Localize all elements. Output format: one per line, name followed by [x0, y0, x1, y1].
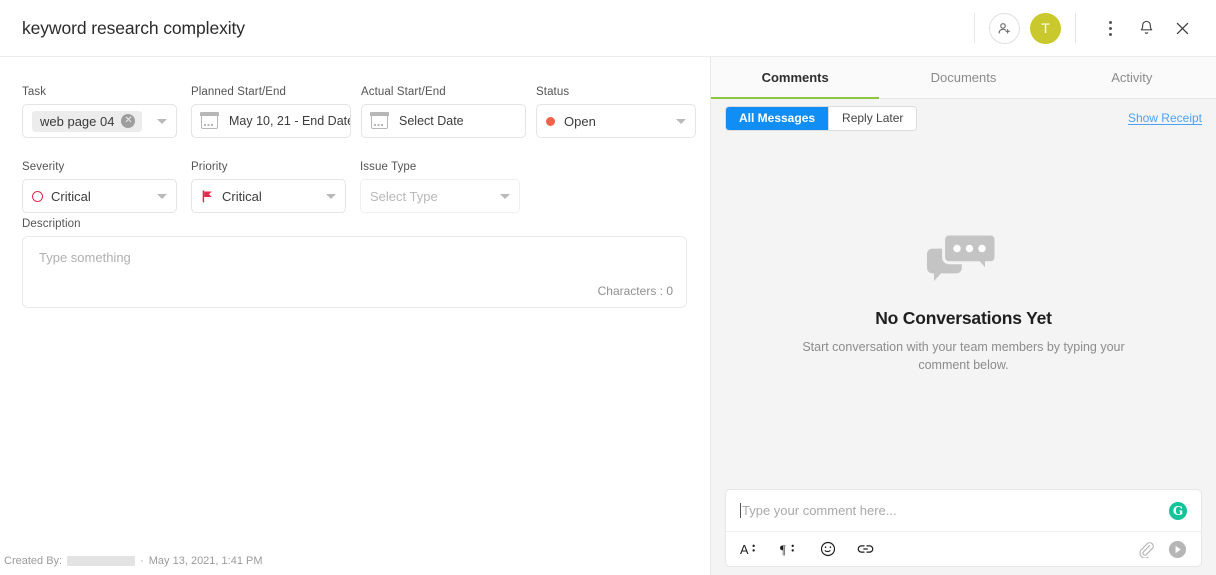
actual-label: Actual Start/End: [361, 86, 446, 98]
calendar-icon: [200, 112, 219, 129]
paragraph-format-icon[interactable]: ¶: [780, 542, 800, 557]
empty-state-title: No Conversations Yet: [875, 308, 1052, 328]
severity-select[interactable]: Critical: [22, 179, 177, 213]
description-label: Description: [22, 218, 81, 230]
severity-value: Critical: [51, 188, 91, 204]
composer-toolbar: A ¶: [726, 532, 1201, 566]
comment-composer: Type your comment here... G A ¶: [725, 489, 1202, 567]
chevron-down-icon: [500, 193, 510, 199]
description-textarea[interactable]: Type something Characters : 0: [22, 236, 687, 308]
field-task: Task web page 04 ✕: [22, 86, 177, 138]
status-select[interactable]: Open: [536, 104, 696, 138]
form-row-1: Task web page 04 ✕ Planned Start/End May…: [22, 86, 696, 138]
planned-date-picker[interactable]: May 10, 21 - End Date: [191, 104, 351, 138]
planned-label: Planned Start/End: [191, 86, 287, 98]
status-dot-icon: [546, 116, 555, 126]
panel-tabs: Comments Documents Activity: [711, 57, 1216, 99]
avatar[interactable]: T: [1030, 12, 1061, 44]
field-status: Status Open: [536, 86, 696, 138]
flag-icon: [201, 189, 214, 203]
chevron-down-icon: [676, 118, 686, 124]
font-format-icon[interactable]: A: [740, 542, 760, 557]
created-by-name-redacted: [67, 556, 136, 566]
circle-outline-icon: [32, 190, 43, 202]
severity-label: Severity: [22, 161, 65, 173]
paperclip-icon[interactable]: [1138, 541, 1154, 558]
composer-actions: [1138, 540, 1187, 559]
task-label: Task: [22, 86, 47, 98]
task-chip: web page 04 ✕: [32, 110, 143, 132]
comment-input[interactable]: Type your comment here... G: [726, 490, 1201, 532]
filter-reply-later[interactable]: Reply Later: [828, 106, 917, 130]
show-receipt-link[interactable]: Show Receipt: [1128, 111, 1202, 125]
field-issue-type: Issue Type Select Type: [360, 161, 520, 213]
chevron-down-icon: [157, 118, 167, 124]
message-filter-row: All Messages Reply Later Show Receipt: [711, 99, 1216, 137]
description-placeholder: Type something: [39, 250, 131, 265]
created-by-label: Created By:: [4, 555, 63, 567]
created-by-separator: ·: [140, 555, 144, 567]
emoji-icon[interactable]: [820, 541, 836, 557]
tab-documents[interactable]: Documents: [879, 57, 1047, 98]
tab-documents-label: Documents: [930, 70, 997, 85]
add-person-icon[interactable]: [989, 12, 1020, 44]
avatar-initial: T: [1041, 20, 1050, 36]
field-severity: Severity Critical: [22, 161, 177, 213]
send-icon[interactable]: [1168, 540, 1187, 559]
filter-all-messages[interactable]: All Messages: [726, 106, 829, 130]
grammarly-letter: G: [1172, 503, 1184, 518]
issue-type-value: Select Type: [370, 188, 438, 204]
field-planned-dates: Planned Start/End May 10, 21 - End Date: [191, 86, 351, 138]
issue-type-select[interactable]: Select Type: [360, 179, 520, 213]
issue-type-label: Issue Type: [360, 161, 417, 173]
chevron-down-icon: [326, 193, 336, 199]
priority-label: Priority: [191, 161, 228, 173]
chat-bubbles-icon: [925, 232, 1003, 290]
remove-chip-icon[interactable]: ✕: [121, 114, 136, 128]
header-actions: T: [960, 0, 1216, 56]
vertical-dots-icon[interactable]: [1094, 12, 1126, 44]
tab-activity[interactable]: Activity: [1048, 57, 1216, 98]
created-by-footer: Created By: · May 13, 2021, 1:41 PM: [4, 555, 263, 567]
empty-state-subtitle: Start conversation with your team member…: [802, 340, 1125, 372]
task-select[interactable]: web page 04 ✕: [22, 104, 177, 138]
link-icon[interactable]: [856, 542, 875, 556]
text-cursor: [740, 503, 741, 518]
filter-reply-later-label: Reply Later: [842, 111, 904, 125]
actual-date-value: Select Date: [399, 114, 464, 128]
field-priority: Priority Critical: [191, 161, 346, 213]
status-label: Status: [536, 86, 570, 98]
created-at: May 13, 2021, 1:41 PM: [148, 555, 263, 567]
planned-date-value: May 10, 21 - End Date: [229, 114, 351, 128]
priority-value: Critical: [222, 188, 262, 204]
priority-select[interactable]: Critical: [191, 179, 346, 213]
empty-state: No Conversations Yet Start conversation …: [711, 232, 1216, 374]
header-divider-left: [974, 13, 975, 43]
grammarly-icon[interactable]: G: [1169, 501, 1187, 520]
close-icon[interactable]: [1166, 12, 1198, 44]
tab-comments[interactable]: Comments: [711, 57, 880, 99]
comment-placeholder: Type your comment here...: [742, 503, 897, 518]
filter-all-messages-label: All Messages: [739, 111, 816, 125]
status-value: Open: [564, 113, 596, 129]
field-description: Description Type something Characters : …: [22, 218, 687, 308]
calendar-icon: [370, 112, 389, 129]
message-filter-group: All Messages Reply Later: [725, 105, 918, 131]
app-header: keyword research complexity T: [0, 0, 1216, 57]
page-title: keyword research complexity: [22, 17, 245, 38]
svg-text:¶: ¶: [780, 543, 786, 557]
task-detail-form: Task web page 04 ✕ Planned Start/End May…: [0, 57, 710, 575]
bell-icon[interactable]: [1130, 12, 1162, 44]
actual-date-picker[interactable]: Select Date: [361, 104, 526, 138]
task-chip-label: web page 04: [40, 113, 115, 129]
svg-text:A: A: [740, 542, 749, 557]
header-divider-right: [1075, 13, 1076, 43]
chevron-down-icon: [157, 193, 167, 199]
tab-activity-label: Activity: [1111, 70, 1153, 85]
field-actual-dates: Actual Start/End Select Date: [361, 86, 526, 138]
tab-comments-label: Comments: [761, 70, 829, 85]
comments-panel: Comments Documents Activity All Messages…: [710, 57, 1216, 575]
character-count: Characters : 0: [597, 284, 673, 298]
form-row-2: Severity Critical Priority Critical Issu…: [22, 161, 520, 213]
